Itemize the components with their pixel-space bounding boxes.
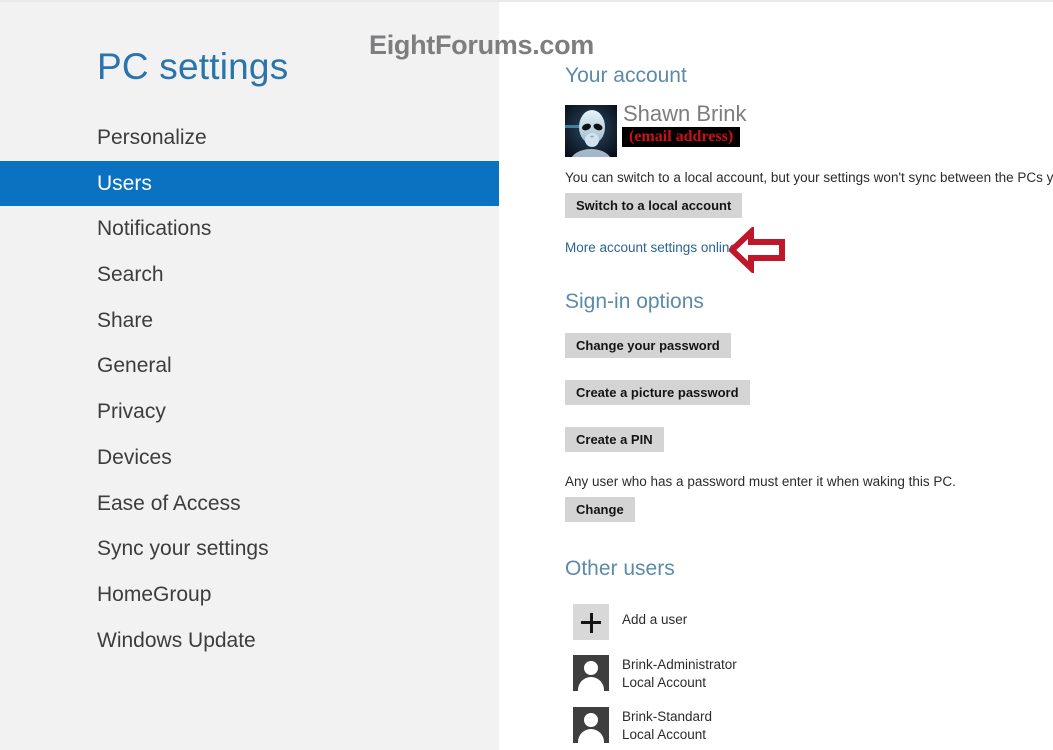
more-account-settings-online-link[interactable]: More account settings online (565, 240, 737, 255)
person-icon (573, 707, 609, 743)
sidebar-item-label: Personalize (97, 126, 207, 149)
sidebar-item-label: Notifications (97, 217, 212, 241)
section-heading-your-account: Your account (565, 64, 687, 87)
user-name: Brink-Standard (622, 709, 713, 724)
sidebar-item-ease-of-access[interactable]: Ease of Access (0, 481, 499, 527)
account-name: Shawn Brink (623, 101, 747, 126)
sidebar-item-notifications[interactable]: Notifications (0, 206, 499, 252)
user-account-type: Local Account (622, 727, 707, 742)
sidebar-item-general[interactable]: General (0, 343, 499, 389)
sidebar-item-label: Ease of Access (97, 491, 241, 515)
section-heading-other-users: Other users (565, 557, 675, 580)
sidebar-item-share[interactable]: Share (0, 298, 499, 344)
sidebar-item-label: Users (97, 171, 152, 195)
alien-avatar-icon (565, 105, 617, 157)
sidebar-item-label: Search (97, 263, 164, 287)
wake-password-description: Any user who has a password must enter i… (565, 474, 956, 489)
person-icon (573, 655, 609, 691)
sidebar-nav: Personalize Users Notifications Search S… (0, 115, 499, 663)
sidebar-item-sync-your-settings[interactable]: Sync your settings (0, 526, 499, 572)
email-address-badge: (email address) (622, 127, 741, 147)
add-a-user-label: Add a user (622, 612, 688, 627)
sidebar-item-label: HomeGroup (97, 582, 212, 606)
sidebar-item-label: Devices (97, 445, 172, 469)
sidebar-item-label: Share (97, 308, 154, 332)
switch-account-description: You can switch to a local account, but y… (565, 170, 1053, 185)
list-item[interactable]: Brink-Standard Local Account (573, 707, 873, 747)
user-account-type: Local Account (622, 675, 707, 690)
watermark: EightForums.com (369, 30, 595, 60)
page-title: PC settings (97, 46, 289, 87)
sidebar-item-personalize[interactable]: Personalize (0, 115, 499, 161)
sidebar-item-homegroup[interactable]: HomeGroup (0, 572, 499, 618)
create-a-picture-password-button[interactable]: Create a picture password (565, 380, 750, 405)
sidebar-item-label: Windows Update (97, 628, 256, 652)
list-item[interactable]: Brink-Administrator Local Account (573, 655, 873, 695)
sidebar-item-privacy[interactable]: Privacy (0, 389, 499, 435)
sidebar-item-users[interactable]: Users (0, 160, 499, 207)
sidebar: PC settings Personalize Users Notificati… (0, 2, 499, 750)
pc-settings-window: PC settings Personalize Users Notificati… (0, 0, 1053, 750)
section-heading-signin-options: Sign-in options (565, 290, 704, 313)
change-your-password-button[interactable]: Change your password (565, 333, 731, 358)
sidebar-item-windows-update[interactable]: Windows Update (0, 618, 499, 664)
add-a-user-row[interactable]: Add a user (573, 604, 873, 644)
sidebar-item-search[interactable]: Search (0, 252, 499, 298)
plus-icon (573, 604, 609, 640)
change-wake-setting-button[interactable]: Change (565, 497, 635, 522)
switch-to-local-account-button[interactable]: Switch to a local account (565, 193, 743, 218)
account-row: Shawn Brink (email address) (565, 101, 1025, 161)
sidebar-item-label: Privacy (97, 400, 166, 424)
sidebar-item-label: General (97, 354, 172, 378)
user-name: Brink-Administrator (622, 657, 737, 672)
create-a-pin-button[interactable]: Create a PIN (565, 427, 664, 452)
sidebar-item-devices[interactable]: Devices (0, 435, 499, 481)
sidebar-item-label: Sync your settings (97, 537, 269, 561)
